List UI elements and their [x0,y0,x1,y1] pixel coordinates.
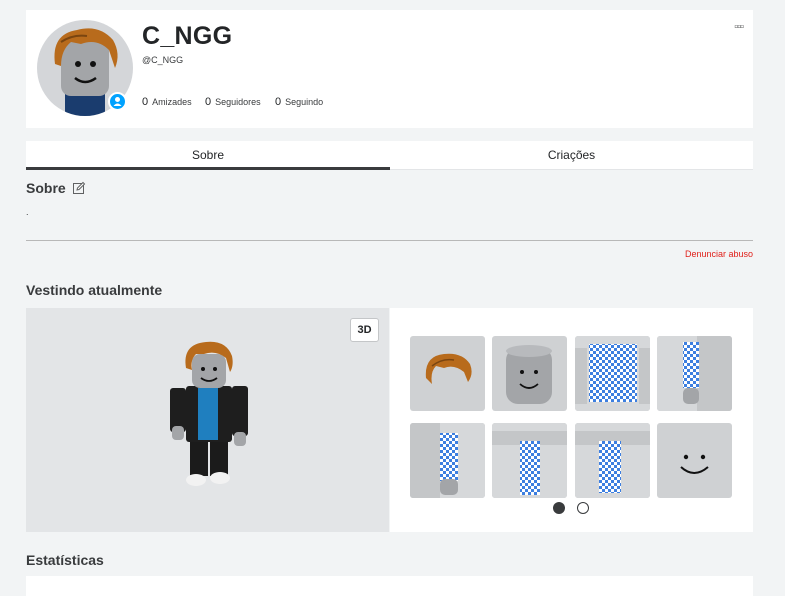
avatar-viewer[interactable]: 3D [26,308,389,532]
username: @C_NGG [142,55,184,65]
divider [26,240,753,241]
friends-stat[interactable]: 0 Amizades [142,96,192,108]
friends-label: Amizades [152,97,192,107]
wearing-item-left-leg[interactable] [492,423,567,498]
wearing-item-head[interactable] [492,336,567,411]
followers-label: Seguidores [215,97,261,107]
edit-icon[interactable] [72,181,86,195]
statistics-card [26,576,753,596]
about-description: . [26,207,29,217]
presence-badge [108,92,127,111]
about-heading: Sobre [26,180,66,196]
wearing-item-face[interactable] [657,423,732,498]
head-icon [506,345,552,404]
wearing-items-panel [390,308,753,532]
following-label: Seguindo [285,97,324,107]
more-options-button[interactable]: ▫▫▫ [734,21,744,33]
tab-about[interactable]: Sobre [26,141,390,170]
profile-header-card: C_NGG @C_NGG 0 Amizades 0 Seguidores 0 Segu… [26,10,753,128]
checkered-shirt-icon [575,336,650,411]
checkered-right-leg-icon [575,423,650,498]
hair-accessory-icon [425,353,472,384]
followers-count: 0 [205,96,212,108]
smile-face-icon [680,454,709,474]
wearing-item-right-arm[interactable] [657,336,732,411]
toggle-3d-button[interactable]: 3D [350,318,379,342]
wearing-item-right-leg[interactable] [575,423,650,498]
profile-tabs: Sobre Criações [26,141,753,170]
pager-dot[interactable] [577,502,589,514]
checkered-left-leg-icon [492,423,567,498]
wearing-item-hair[interactable] [410,336,485,411]
tab-creations[interactable]: Criações [390,141,753,170]
display-name: C_NGG [142,22,233,50]
wearing-item-shirt[interactable] [575,336,650,411]
avatar-full-body-icon [170,341,248,486]
checkered-right-arm-icon [657,336,732,411]
following-stat[interactable]: 0 Seguindo [275,96,323,108]
friends-count: 0 [142,96,149,108]
pager-dot-active[interactable] [553,502,565,514]
followers-stat[interactable]: 0 Seguidores [205,96,261,108]
currently-wearing-heading: Vestindo atualmente [26,282,163,298]
wearing-item-left-arm[interactable] [410,423,485,498]
checkered-left-arm-icon [410,423,485,498]
following-count: 0 [275,96,282,108]
user-icon [113,97,122,106]
report-abuse-link[interactable]: Denunciar abuso [685,249,753,259]
statistics-heading: Estatísticas [26,552,104,568]
